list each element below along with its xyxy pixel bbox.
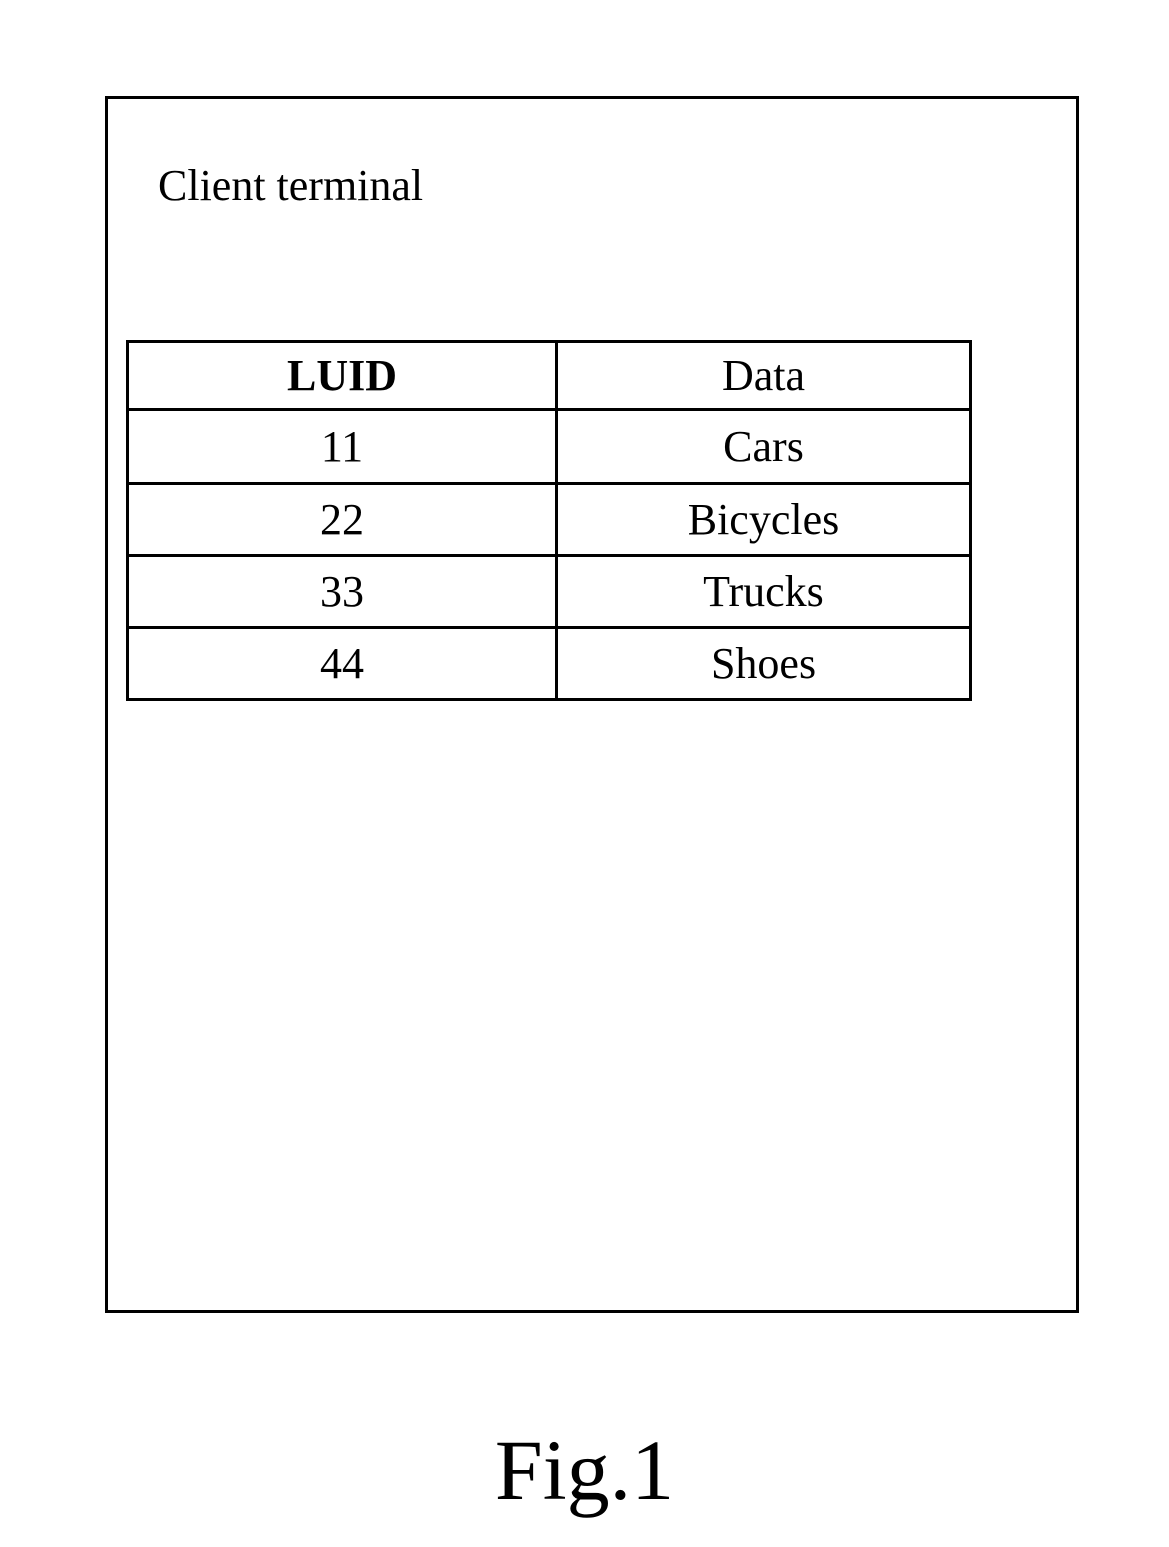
header-data: Data <box>555 340 972 411</box>
cell-luid: 22 <box>126 482 558 557</box>
header-luid: LUID <box>126 340 558 411</box>
table-row: 44 Shoes <box>126 626 972 701</box>
cell-data: Trucks <box>555 554 972 629</box>
table-header-row: LUID Data <box>126 340 972 411</box>
figure-caption: Fig.1 <box>494 1422 675 1518</box>
cell-luid: 11 <box>126 408 558 485</box>
client-terminal-box <box>105 96 1079 1313</box>
cell-data: Cars <box>555 408 972 485</box>
cell-luid: 33 <box>126 554 558 629</box>
table-row: 33 Trucks <box>126 554 972 629</box>
table-row: 11 Cars <box>126 408 972 485</box>
luid-data-table: LUID Data 11 Cars 22 Bicycles 33 Trucks … <box>126 340 972 701</box>
client-terminal-label: Client terminal <box>158 161 424 210</box>
cell-data: Shoes <box>555 626 972 701</box>
table-row: 22 Bicycles <box>126 482 972 557</box>
cell-luid: 44 <box>126 626 558 701</box>
cell-data: Bicycles <box>555 482 972 557</box>
